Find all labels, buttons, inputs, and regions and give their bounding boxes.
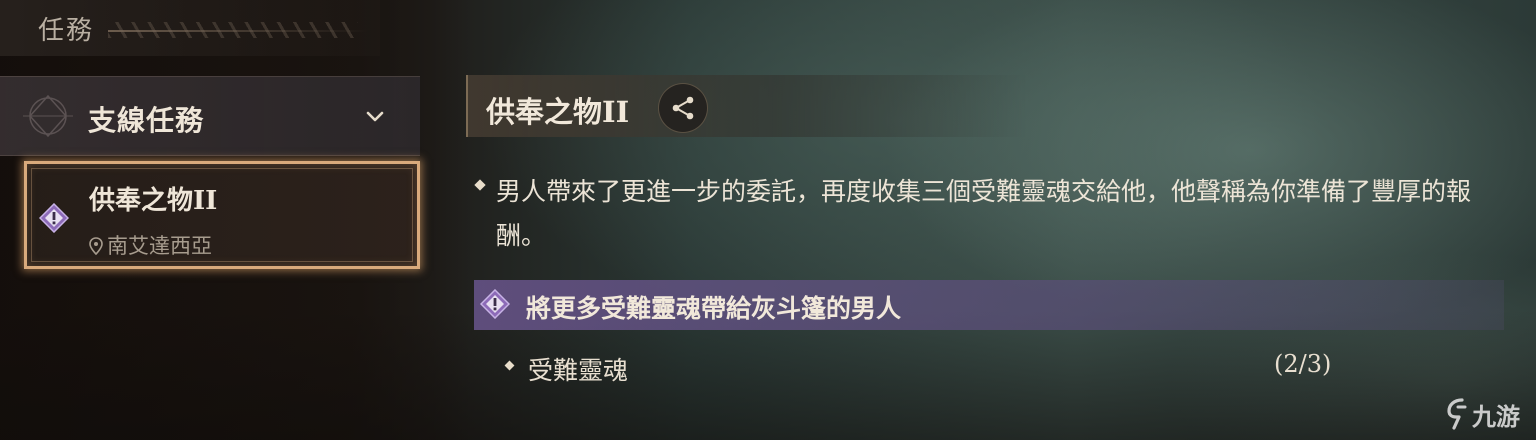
quest-location: 南艾達西亞 [89,230,212,260]
detail-title-bar: 供奉之物II [466,75,1028,137]
detail-title: 供奉之物II [486,95,630,129]
category-side-quests[interactable]: 支線任務 [0,76,420,156]
subtask-label: 受難靈魂 [528,356,629,385]
journal-title: 任務 [38,16,95,46]
quest-diamond-exclamation-icon [480,289,510,319]
header-ornament [108,22,368,38]
chevron-down-icon[interactable] [364,105,386,127]
location-label: 南艾達西亞 [107,234,212,258]
description-bullet [474,179,486,191]
watermark-logo-icon [1447,398,1467,430]
watermark: 九游 [1446,396,1520,432]
objective-row: 將更多受難靈魂帶給灰斗篷的男人 [474,280,1504,330]
watermark-text: 九游 [1472,402,1520,431]
share-icon [672,96,694,120]
location-pin-icon [89,237,103,255]
subtask-progress: (2/3) [1274,350,1332,378]
objective-text: 將更多受難靈魂帶給灰斗篷的男人 [526,294,902,323]
quest-description: 男人帶來了更進一步的委託，再度收集三個受難靈魂交給他，他聲稱為你準備了豐厚的報酬… [496,177,1472,250]
quest-list-item[interactable]: 供奉之物II 南艾達西亞 [24,161,420,269]
quest-diamond-exclamation-icon [39,203,69,233]
quest-journal-screen: 任務 支線任務 供奉之物II 南艾達西亞 供奉之物II 男人帶來了更進一步的委託… [0,0,1536,440]
ornament-icon [23,94,73,138]
quest-name: 供奉之物II [89,186,218,216]
share-button[interactable] [658,83,708,133]
category-label: 支線任務 [88,104,205,137]
journal-header: 任務 [0,0,380,56]
